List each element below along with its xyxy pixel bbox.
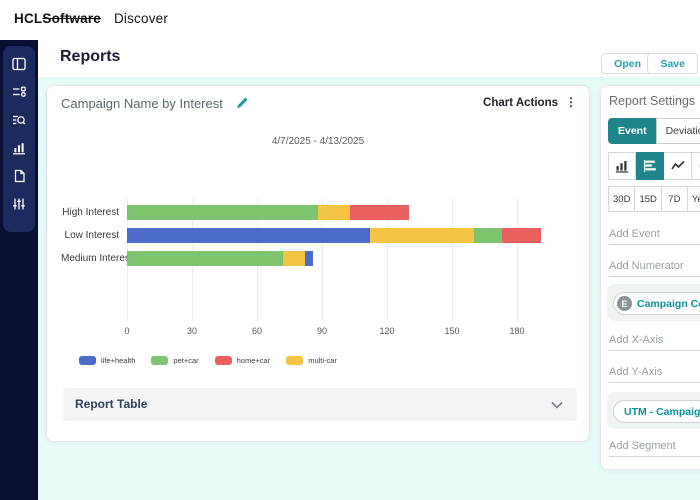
chart-title-row: Campaign Name by Interest Chart Actions ⋮ xyxy=(61,95,579,113)
bar-row: High Interest xyxy=(61,205,575,220)
bar-track xyxy=(127,205,409,220)
hcl-software-logo: HCLSoftware Discover xyxy=(14,11,168,26)
x-axis-tick: 150 xyxy=(444,326,459,336)
x-axis-tick: 60 xyxy=(252,326,262,336)
campaign-count-chip-label: Campaign Count xyxy=(637,298,700,310)
legend-label: life+health xyxy=(101,356,135,365)
top-header: HCLSoftware Discover xyxy=(0,0,700,41)
bar-segment-home+car[interactable] xyxy=(502,228,541,243)
time-range-selector: 30D 15D 7D Year xyxy=(608,186,700,212)
mode-event-button[interactable]: Event xyxy=(608,118,656,144)
open-button[interactable]: Open xyxy=(601,53,654,74)
legend-swatch xyxy=(215,356,232,365)
legend-item-life+health[interactable]: life+health xyxy=(79,356,135,365)
x-axis-tick: 90 xyxy=(317,326,327,336)
logo-software-text: Software xyxy=(42,11,101,26)
document-icon[interactable] xyxy=(11,168,27,184)
horizontal-bar-chart-icon[interactable] xyxy=(636,152,664,180)
bar-rows: High Interest Low Interest Medium Interest xyxy=(61,205,575,274)
search-list-icon[interactable] xyxy=(11,112,27,128)
logo-hcl-text: HCL xyxy=(14,11,42,26)
x-axis-tick: 120 xyxy=(379,326,394,336)
logo-product-text: Discover xyxy=(114,11,168,26)
legend-item-home+car[interactable]: home+car xyxy=(215,356,271,365)
chart-title: Campaign Name by Interest xyxy=(61,96,223,111)
report-table-accordion[interactable]: Report Table xyxy=(63,388,577,421)
chart-date-range: 4/7/2025 - 4/13/2025 xyxy=(47,136,589,147)
legend-swatch xyxy=(79,356,96,365)
save-button[interactable]: Save xyxy=(647,53,698,74)
add-segment-input[interactable] xyxy=(609,436,700,457)
legend-label: pet+car xyxy=(173,356,198,365)
x-axis-tick: 180 xyxy=(509,326,524,336)
x-axis-tick: 0 xyxy=(124,326,129,336)
chart-actions[interactable]: Chart Actions ⋮ xyxy=(483,95,577,109)
bar-segment-pet+car[interactable] xyxy=(127,251,283,266)
bar-chart-icon[interactable] xyxy=(11,140,27,156)
time-range-7d[interactable]: 7D xyxy=(662,186,688,212)
add-event-input[interactable] xyxy=(609,224,700,245)
bar-segment-pet+car[interactable] xyxy=(474,228,502,243)
report-table-label: Report Table xyxy=(75,397,147,411)
bar-row: Low Interest xyxy=(61,228,575,243)
bar-track xyxy=(127,228,541,243)
add-numerator-input[interactable] xyxy=(609,256,700,277)
legend-label: multi-car xyxy=(308,356,337,365)
legend-item-multi-car[interactable]: multi-car xyxy=(286,356,337,365)
stacked-bar-chart: High Interest Low Interest Medium Interest… xyxy=(61,198,575,348)
utm-campaign-chip[interactable]: UTM - Campaign ⋮ xyxy=(613,400,700,423)
column-chart-icon[interactable] xyxy=(608,152,636,180)
bar-segment-home+car[interactable] xyxy=(350,205,409,220)
event-badge: E xyxy=(617,296,632,311)
chart-card: Campaign Name by Interest Chart Actions ⋮… xyxy=(46,85,590,442)
bar-row: Medium Interest xyxy=(61,251,575,266)
y-axis-chip-container: UTM - Campaign ⋮ xyxy=(607,392,700,429)
campaign-count-chip[interactable]: E Campaign Count xyxy=(613,292,700,315)
bar-segment-multi-car[interactable] xyxy=(283,251,305,266)
time-range-year[interactable]: Year xyxy=(688,186,700,212)
legend-label: home+car xyxy=(237,356,271,365)
bar-segment-life+health[interactable] xyxy=(127,228,370,243)
mode-toggle: Event Deviation xyxy=(608,118,700,144)
pencil-icon[interactable] xyxy=(235,96,249,110)
category-label: High Interest xyxy=(61,207,127,218)
bar-segment-multi-car[interactable] xyxy=(370,228,474,243)
chevron-down-icon[interactable] xyxy=(551,401,563,409)
page-title: Reports xyxy=(60,48,120,66)
bar-track xyxy=(127,251,313,266)
sliders-icon[interactable] xyxy=(11,196,27,212)
chart-actions-label: Chart Actions xyxy=(483,97,558,109)
utm-campaign-chip-label: UTM - Campaign xyxy=(624,406,700,418)
add-y-axis-input[interactable] xyxy=(609,362,700,383)
legend-swatch xyxy=(286,356,303,365)
category-label: Medium Interest xyxy=(61,253,127,264)
x-axis-tick: 30 xyxy=(187,326,197,336)
report-settings-panel: Report Settings Event Deviation 30D 15D … xyxy=(600,85,700,470)
line-chart-icon[interactable] xyxy=(664,152,692,180)
time-range-15d[interactable]: 15D xyxy=(635,186,661,212)
pie-chart-icon[interactable] xyxy=(692,152,700,180)
chart-type-selector xyxy=(608,152,700,180)
report-settings-title: Report Settings xyxy=(609,94,695,108)
bar-segment-multi-car[interactable] xyxy=(318,205,351,220)
mode-deviation-button[interactable]: Deviation xyxy=(656,118,700,144)
panel-layout-icon[interactable] xyxy=(11,56,27,72)
event-chip-container: E Campaign Count xyxy=(607,284,700,321)
bar-segment-pet+car[interactable] xyxy=(127,205,318,220)
chart-legend: life+health pet+car home+car multi-car xyxy=(79,356,337,365)
add-x-axis-input[interactable] xyxy=(609,330,700,351)
legend-swatch xyxy=(151,356,168,365)
bar-segment-life+health[interactable] xyxy=(305,251,314,266)
category-label: Low Interest xyxy=(61,230,127,241)
kebab-menu-icon[interactable]: ⋮ xyxy=(565,95,577,109)
sidebar-icon-group xyxy=(3,46,35,232)
page-header-band: Reports Open Save xyxy=(38,40,700,77)
list-status-icon[interactable] xyxy=(11,84,27,100)
legend-item-pet+car[interactable]: pet+car xyxy=(151,356,198,365)
time-range-30d[interactable]: 30D xyxy=(608,186,635,212)
left-sidebar xyxy=(0,40,38,500)
